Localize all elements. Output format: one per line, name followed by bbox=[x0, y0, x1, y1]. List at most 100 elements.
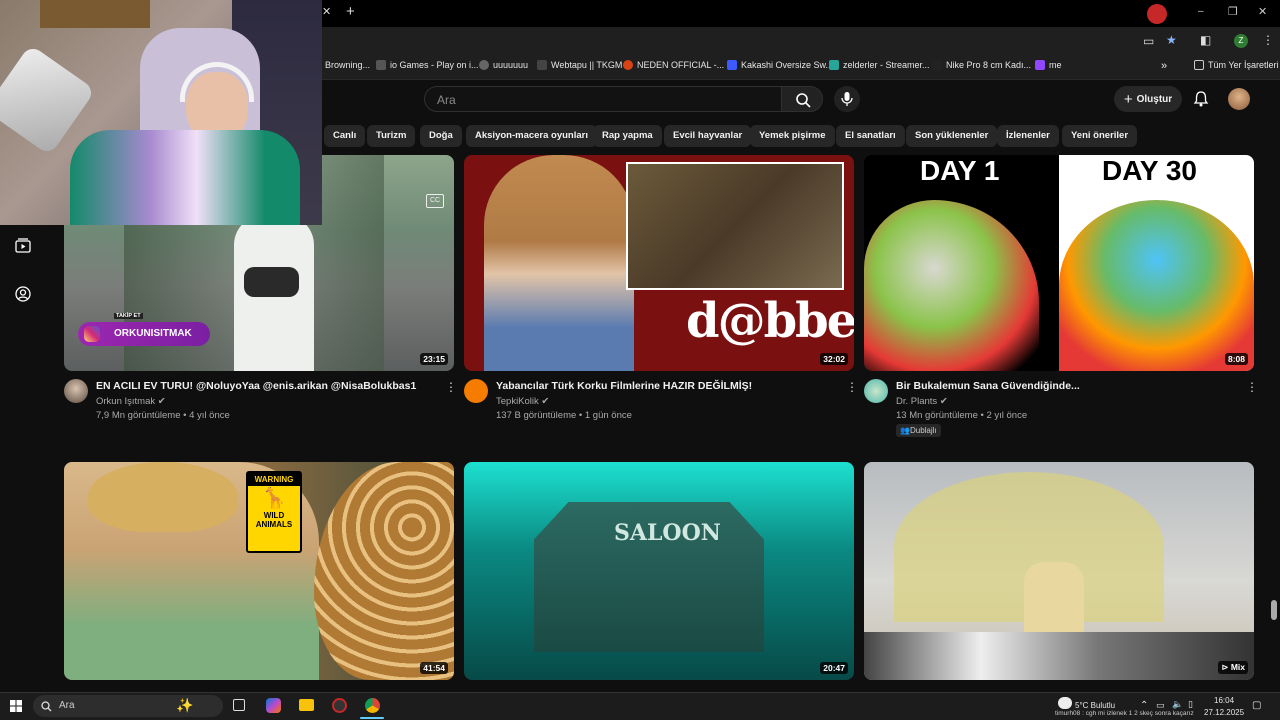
notifications-icon[interactable]: ▢ bbox=[1252, 700, 1261, 711]
more-actions-icon[interactable]: ⋮ bbox=[445, 380, 457, 394]
saloon-sign-text: SALOON bbox=[614, 520, 721, 546]
channel-avatar[interactable] bbox=[464, 379, 488, 403]
create-label: Oluştur bbox=[1136, 93, 1173, 105]
network-icon[interactable]: ▭ bbox=[1156, 700, 1165, 711]
thumbnail-label-left: DAY 1 bbox=[920, 155, 1000, 186]
cast-icon[interactable]: ▭ bbox=[1143, 34, 1154, 48]
more-actions-icon[interactable]: ⋮ bbox=[846, 380, 858, 394]
bookmark-star-icon[interactable]: ★ bbox=[1166, 33, 1177, 47]
battery-icon[interactable]: ▯ bbox=[1188, 699, 1193, 710]
chrome-taskbar-icon[interactable] bbox=[365, 698, 380, 713]
channel-avatar[interactable] bbox=[864, 379, 888, 403]
bookmark-item[interactable]: Nike Pro 8 cm Kadı... bbox=[932, 60, 1031, 70]
app-icon[interactable] bbox=[332, 698, 347, 713]
plus-icon: + bbox=[1123, 90, 1133, 108]
task-view-icon[interactable] bbox=[233, 699, 245, 711]
gloves-shape bbox=[244, 267, 299, 297]
search-button[interactable] bbox=[781, 86, 823, 112]
close-tab-icon[interactable]: ✕ bbox=[322, 5, 336, 21]
search-input[interactable]: Ara bbox=[424, 86, 782, 112]
bookmark-item[interactable]: zelderler - Streamer... bbox=[829, 60, 930, 70]
more-bookmarks-icon[interactable]: » bbox=[1161, 60, 1167, 72]
chip-live[interactable]: Canlı bbox=[324, 125, 366, 147]
video-meta: 137 B görüntüleme • 1 gün önce bbox=[496, 410, 632, 421]
chip-nature[interactable]: Doğa bbox=[420, 125, 462, 147]
page-scrollbar[interactable] bbox=[1271, 600, 1277, 620]
bookmark-item[interactable]: Kakashi Oversize Sw... bbox=[727, 60, 833, 70]
bookmark-item[interactable]: Webtapu || TKGM bbox=[537, 60, 622, 70]
cars-row bbox=[864, 632, 1254, 680]
minimize-icon[interactable]: ‒ bbox=[1198, 6, 1204, 17]
all-bookmarks-label: Tüm Yer İşaretleri bbox=[1208, 60, 1279, 70]
profile-avatar[interactable]: Z bbox=[1234, 34, 1248, 48]
profile-logo-icon[interactable] bbox=[1147, 4, 1167, 24]
gamepad-icon bbox=[376, 60, 386, 70]
video-title[interactable]: Bir Bukalemun Sana Güvendiğinde... bbox=[896, 380, 1080, 392]
video-thumbnail[interactable]: SALOON 20:47 bbox=[464, 462, 854, 680]
film-still bbox=[626, 162, 844, 290]
thumbnail-logo-text: d@bbe bbox=[686, 293, 854, 349]
all-bookmarks[interactable]: Tüm Yer İşaretleri bbox=[1194, 60, 1279, 70]
captions-icon[interactable]: CC bbox=[426, 194, 444, 208]
subscriptions-icon[interactable] bbox=[14, 237, 32, 255]
clock-time[interactable]: 16:04 bbox=[1214, 696, 1234, 705]
chip-tourism[interactable]: Turizm bbox=[367, 125, 416, 147]
video-duration: 41:54 bbox=[420, 662, 448, 674]
channel-name[interactable]: Orkun Işıtmak ✔ bbox=[96, 396, 166, 407]
restore-icon[interactable]: ❐ bbox=[1228, 5, 1238, 18]
chip-action-adventure[interactable]: Aksiyon-macera oyunları bbox=[466, 125, 597, 147]
bookmark-item[interactable]: me bbox=[1035, 60, 1062, 70]
video-duration: 8:08 bbox=[1224, 353, 1248, 365]
file-explorer-icon[interactable] bbox=[299, 699, 314, 711]
bookmark-item[interactable]: uuuuuuu bbox=[479, 60, 528, 70]
bookmark-item[interactable]: Browning... bbox=[325, 60, 370, 70]
video-thumbnail[interactable]: WARNING 🦒 WILD ANIMALS 41:54 bbox=[64, 462, 454, 680]
neden-icon bbox=[623, 60, 633, 70]
channel-avatar[interactable] bbox=[64, 379, 88, 403]
instagram-handle: ORKUNISITMAK bbox=[114, 328, 192, 339]
windows-start-icon[interactable] bbox=[10, 700, 22, 712]
video-title[interactable]: EN ACILI EV TURU! @NoluyoYaa @enis.arika… bbox=[96, 380, 416, 392]
channel-name[interactable]: TepkiKolik ✔ bbox=[496, 396, 549, 407]
copilot-sparkle-icon[interactable]: ✨ bbox=[176, 697, 193, 714]
channel-name[interactable]: Dr. Plants ✔ bbox=[896, 396, 948, 407]
video-duration: 20:47 bbox=[820, 662, 848, 674]
create-button[interactable]: + Oluştur bbox=[1114, 86, 1182, 112]
chip-rap[interactable]: Rap yapma bbox=[593, 125, 662, 147]
video-title[interactable]: Yabancılar Türk Korku Filmlerine HAZIR D… bbox=[496, 380, 752, 392]
weather-text[interactable]: 5°C Bulutlu bbox=[1075, 701, 1115, 710]
chip-new-recommendations[interactable]: Yeni öneriler bbox=[1062, 125, 1138, 147]
tray-chevron-icon[interactable]: ⌃ bbox=[1140, 700, 1148, 711]
video-thumbnail[interactable]: d@bbe 32:02 bbox=[464, 155, 854, 371]
channel-name-text: TepkiKolik bbox=[496, 396, 539, 407]
new-tab-icon[interactable]: + bbox=[346, 3, 360, 20]
chip-recently-uploaded[interactable]: Son yüklenenler bbox=[906, 125, 998, 147]
thumbnail-label-right: DAY 30 bbox=[1102, 155, 1197, 186]
voice-search-button[interactable] bbox=[834, 86, 860, 112]
warning-sign-top: WARNING bbox=[248, 473, 300, 486]
folder-icon bbox=[1194, 60, 1204, 70]
chip-pets[interactable]: Evcil hayvanlar bbox=[664, 125, 752, 147]
more-actions-icon[interactable]: ⋮ bbox=[1246, 380, 1258, 394]
stream-chat-ticker: timurh08 : cgh mi izlenek 1 2 skeç sonra… bbox=[1055, 710, 1194, 717]
chip-cooking[interactable]: Yemek pişirme bbox=[750, 125, 835, 147]
video-thumbnail[interactable]: ⊳ Mix bbox=[864, 462, 1254, 680]
chip-crafts[interactable]: El sanatları bbox=[836, 125, 905, 147]
tt-icon bbox=[829, 60, 839, 70]
giraffe-shape bbox=[314, 462, 454, 680]
bookmark-item[interactable]: NEDEN OFFICIAL -... bbox=[623, 60, 724, 70]
streamer-jacket bbox=[70, 130, 300, 225]
video-thumbnail[interactable]: DAY 1 DAY 30 8:08 bbox=[864, 155, 1254, 371]
menu-dots-icon[interactable]: ⋮ bbox=[1262, 33, 1274, 47]
extensions-icon[interactable]: ◧ bbox=[1200, 33, 1211, 47]
taskbar-search[interactable]: Ara bbox=[33, 695, 223, 717]
close-window-icon[interactable]: ✕ bbox=[1258, 5, 1267, 18]
chip-watched[interactable]: İzlenenler bbox=[997, 125, 1059, 147]
volume-icon[interactable]: 🔈 bbox=[1172, 699, 1183, 710]
copilot-app-icon[interactable] bbox=[266, 698, 281, 713]
account-avatar[interactable] bbox=[1228, 88, 1250, 110]
notifications-bell-icon[interactable] bbox=[1191, 89, 1211, 109]
you-account-icon[interactable] bbox=[14, 285, 32, 303]
bookmark-item[interactable]: io Games - Play on i... bbox=[376, 60, 479, 70]
clock-date[interactable]: 27.12.2025 bbox=[1204, 708, 1244, 717]
